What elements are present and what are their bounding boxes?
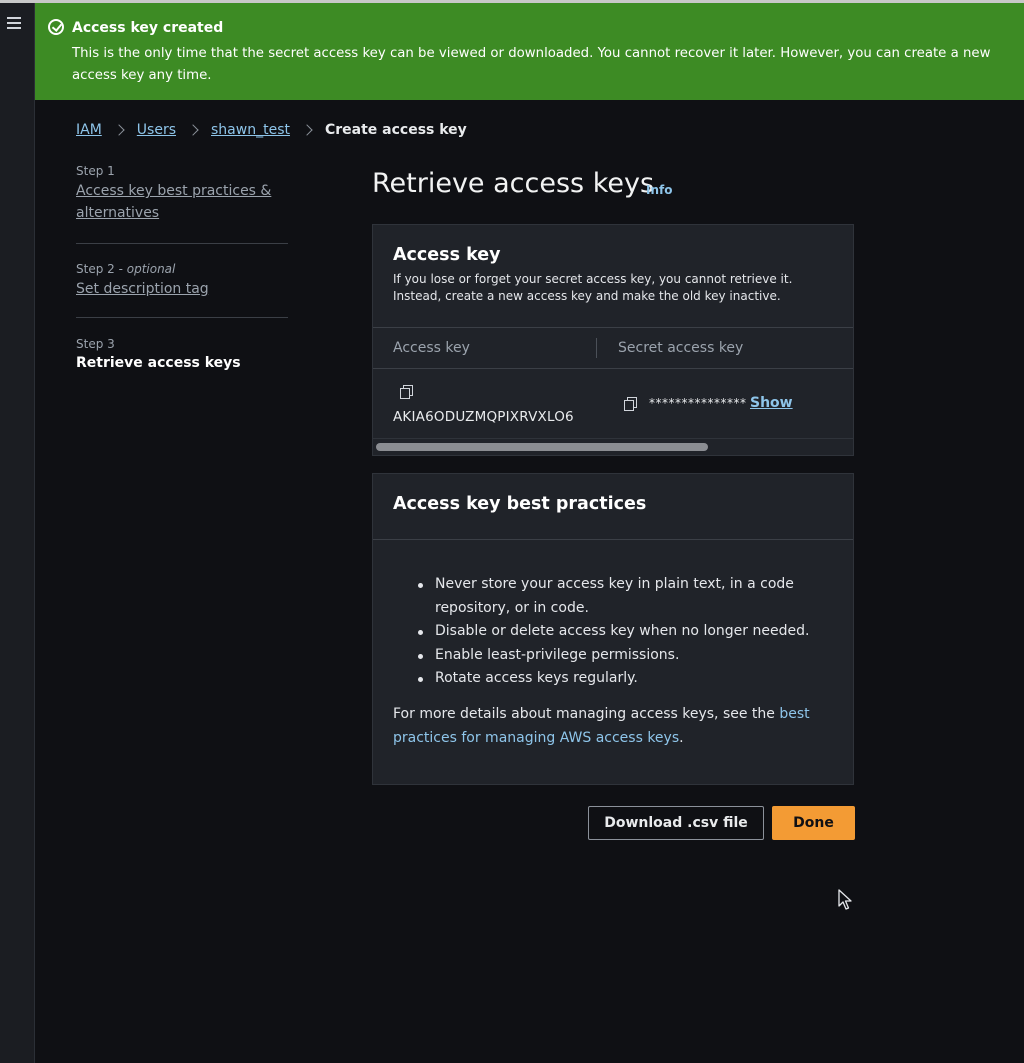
best-practices-more-details: For more details about managing access k… [393, 706, 810, 746]
step-2-optional: optional [126, 262, 176, 276]
breadcrumb-users[interactable]: Users [137, 122, 176, 138]
wizard-step-1: Step 1 Access key best practices & alter… [76, 164, 288, 224]
menu-icon[interactable] [7, 17, 21, 29]
step-1-link[interactable]: Access key best practices & alternatives [76, 180, 288, 224]
breadcrumb-user[interactable]: shawn_test [211, 122, 290, 138]
download-csv-button[interactable]: Download .csv file [588, 806, 764, 840]
access-key-panel: Access key If you lose or forget your se… [372, 224, 854, 456]
copy-icon[interactable] [400, 385, 413, 399]
done-button[interactable]: Done [772, 806, 855, 840]
wizard-step-3: Step 3 Retrieve access keys [76, 337, 288, 371]
column-header-access-key: Access key [393, 340, 470, 356]
info-link[interactable]: Info [646, 183, 672, 197]
breadcrumb: IAM Users shawn_test Create access key [76, 122, 467, 138]
access-key-panel-title: Access key [393, 245, 501, 265]
flash-title: Access key created [72, 20, 224, 36]
best-practices-list: Never store your access key in plain tex… [393, 573, 833, 691]
chevron-right-icon [113, 124, 125, 136]
access-key-panel-description: If you lose or forget your secret access… [393, 272, 793, 303]
success-flashbar: Access key created This is the only time… [35, 3, 1024, 100]
column-divider [596, 338, 597, 358]
horizontal-scrollbar[interactable] [373, 438, 853, 454]
mouse-cursor-icon [838, 889, 852, 910]
table-header: Access key Secret access key [373, 327, 853, 369]
chevron-right-icon [301, 124, 313, 136]
step-1-label: Step 1 [76, 164, 115, 178]
step-2-link[interactable]: Set description tag [76, 278, 288, 300]
list-item: Disable or delete access key when no lon… [393, 620, 833, 644]
page-title: Retrieve access keys [372, 168, 655, 199]
column-header-secret-access-key: Secret access key [618, 340, 744, 356]
step-divider [76, 243, 288, 244]
access-key-value: AKIA6ODUZMQPIXRVXLO6 [393, 409, 574, 425]
breadcrumb-iam[interactable]: IAM [76, 122, 102, 138]
step-divider [76, 317, 288, 318]
breadcrumb-current: Create access key [324, 122, 467, 138]
step-3-label: Step 3 [76, 337, 115, 351]
best-practices-title: Access key best practices [393, 494, 647, 514]
side-navigation-rail [0, 3, 35, 1063]
wizard-steps: Step 1 Access key best practices & alter… [76, 164, 288, 371]
list-item: Rotate access keys regularly. [393, 667, 833, 691]
scrollbar-thumb[interactable] [376, 443, 708, 451]
step-2-label: Step 2 - optional [76, 262, 176, 276]
list-item: Enable least-privilege permissions. [393, 644, 833, 668]
flash-message: This is the only time that the secret ac… [72, 46, 991, 83]
copy-icon[interactable] [624, 397, 637, 411]
success-check-icon [48, 19, 64, 35]
secret-access-key-masked: *************** [649, 396, 747, 410]
step-3-current: Retrieve access keys [76, 355, 241, 371]
chevron-right-icon [187, 124, 199, 136]
best-practices-panel: Access key best practices Never store yo… [372, 473, 854, 785]
show-secret-link[interactable]: Show [750, 395, 793, 411]
wizard-step-2: Step 2 - optional Set description tag [76, 262, 288, 300]
list-item: Never store your access key in plain tex… [393, 573, 833, 620]
